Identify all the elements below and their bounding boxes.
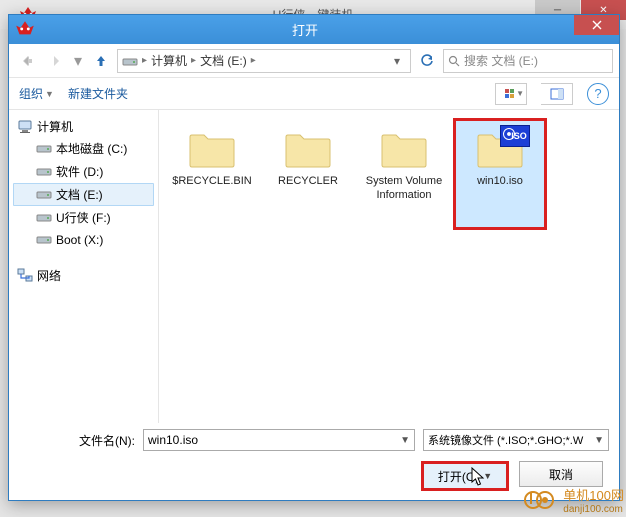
sidebar: 计算机 本地磁盘 (C:) 软件 (D:) 文档 (E:) U行侠 (F:) B… [9, 110, 159, 423]
toolbar: 组织 ▼ 新建文件夹 ▼ ? [9, 78, 619, 110]
computer-icon [17, 119, 33, 135]
organize-menu[interactable]: 组织 ▼ [19, 85, 54, 102]
file-item-folder[interactable]: $RECYCLE.BIN [165, 118, 259, 230]
nav-row: ▾ ▸ 计算机 ▸ 文档 (E:) ▸ ▾ 搜索 文档 (E:) [9, 44, 619, 78]
network-icon [17, 268, 33, 284]
chevron-down-icon: ▼ [594, 435, 604, 446]
filename-input[interactable]: win10.iso ▼ [143, 429, 415, 451]
chevron-right-icon: ▸ [251, 55, 256, 66]
preview-icon [550, 88, 564, 100]
search-input[interactable]: 搜索 文档 (E:) [443, 49, 613, 73]
nav-forward-button[interactable] [43, 49, 67, 73]
filetype-select[interactable]: 系统镜像文件 (*.ISO;*.GHO;*.W ▼ [423, 429, 609, 451]
sidebar-computer[interactable]: 计算机 [13, 116, 154, 137]
help-button[interactable]: ? [587, 83, 609, 105]
nav-history-dropdown[interactable]: ▾ [71, 49, 85, 73]
address-dropdown[interactable]: ▾ [388, 54, 406, 68]
drive-icon [36, 232, 52, 248]
dialog-close-button[interactable] [574, 15, 619, 35]
search-placeholder: 搜索 文档 (E:) [464, 52, 538, 69]
chevron-right-icon: ▸ [142, 55, 147, 66]
new-folder-button[interactable]: 新建文件夹 [68, 85, 128, 102]
arrow-left-icon [19, 53, 35, 69]
open-button[interactable]: 打开(O)▼ [421, 461, 509, 491]
nav-up-button[interactable] [89, 49, 113, 73]
close-icon [592, 20, 602, 30]
cancel-button[interactable]: 取消 [519, 461, 603, 487]
open-dialog: 打开 ▾ ▸ 计算机 ▸ 文档 (E:) ▸ ▾ 搜索 文档 (E:) 组织 ▼… [8, 14, 620, 501]
chevron-right-icon: ▸ [191, 55, 196, 66]
refresh-button[interactable] [415, 49, 439, 73]
drive-icon [36, 210, 52, 226]
folder-icon [282, 127, 334, 171]
watermark: 单机100网 danji100.com [523, 485, 624, 515]
preview-pane-button[interactable] [541, 83, 573, 105]
sidebar-drive-x[interactable]: Boot (X:) [13, 229, 154, 251]
filename-label: 文件名(N): [19, 432, 135, 449]
drive-icon [36, 141, 52, 157]
arrow-up-icon [94, 54, 108, 68]
file-item-folder[interactable]: System Volume Information [357, 118, 451, 230]
folder-icon [186, 127, 238, 171]
sidebar-drive-e[interactable]: 文档 (E:) [13, 183, 154, 206]
dialog-titlebar: 打开 [9, 15, 619, 44]
file-item-iso[interactable]: ISO win10.iso [453, 118, 547, 230]
dialog-title: 打开 [36, 20, 574, 39]
drive-icon [36, 164, 52, 180]
address-bar[interactable]: ▸ 计算机 ▸ 文档 (E:) ▸ ▾ [117, 49, 411, 73]
nav-back-button[interactable] [15, 49, 39, 73]
drive-icon [36, 187, 52, 203]
folder-icon [378, 127, 430, 171]
sidebar-drive-f[interactable]: U行侠 (F:) [13, 206, 154, 229]
search-icon [448, 55, 460, 67]
view-options-button[interactable]: ▼ [495, 83, 527, 105]
watermark-logo-icon [523, 490, 559, 510]
arrow-right-icon [47, 53, 63, 69]
refresh-icon [420, 54, 434, 68]
iso-badge-icon: ISO [500, 125, 530, 147]
sidebar-drive-d[interactable]: 软件 (D:) [13, 160, 154, 183]
chevron-down-icon: ▼ [400, 435, 410, 446]
dialog-app-icon [14, 19, 36, 41]
sidebar-network[interactable]: 网络 [13, 265, 154, 286]
file-list[interactable]: $RECYCLE.BIN RECYCLER System Volume Info… [159, 110, 619, 423]
breadcrumb-drive[interactable]: 文档 (E:) [200, 52, 247, 69]
drive-icon [122, 54, 138, 68]
main-area: 计算机 本地磁盘 (C:) 软件 (D:) 文档 (E:) U行侠 (F:) B… [9, 110, 619, 423]
breadcrumb-computer[interactable]: 计算机 [151, 52, 187, 69]
file-item-folder[interactable]: RECYCLER [261, 118, 355, 230]
sidebar-drive-c[interactable]: 本地磁盘 (C:) [13, 137, 154, 160]
